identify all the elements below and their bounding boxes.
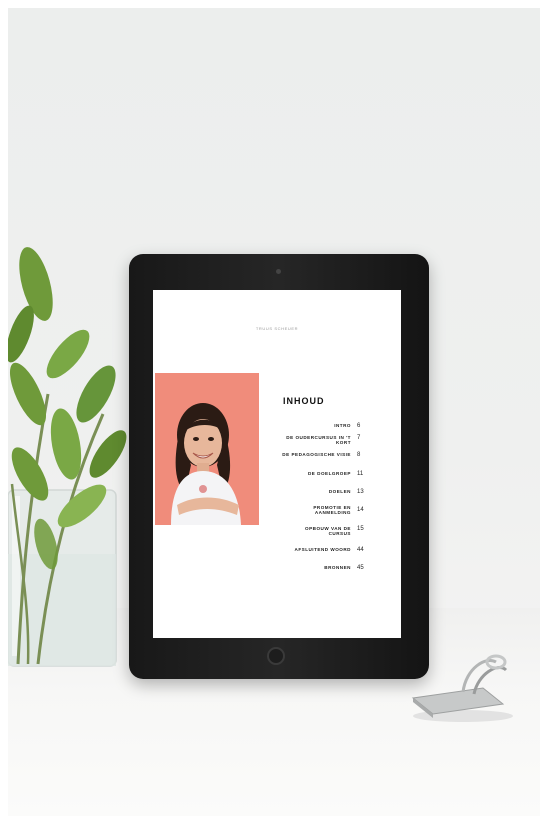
toc-entry-page: 11: [357, 471, 364, 477]
toc-entry-page: 8: [357, 452, 361, 458]
child-photo-illustration: [155, 373, 259, 525]
toc-entry-label: PROMOTIE EN AANMELDING: [313, 505, 351, 516]
child-photo: [155, 373, 259, 525]
toc-entry-page: 15: [357, 526, 364, 532]
toc-entry-label: BRONNEN: [324, 565, 351, 570]
camera-icon: [276, 269, 281, 274]
toc-entry-label: DOELEN: [328, 489, 351, 494]
tablet-screen: TRUUS SCHEUER INHOUD INTRO 6 DE OUDERCUR…: [153, 290, 401, 638]
toc-entry-page: 45: [357, 565, 364, 571]
toc-entry-page: 14: [357, 507, 364, 513]
plant-image: [8, 247, 127, 667]
scene: TRUUS SCHEUER INHOUD INTRO 6 DE OUDERCUR…: [8, 8, 540, 816]
toc-entry-label: DE PEDAGOGISCHE VISIE: [282, 452, 351, 457]
toc-entry-label: DE OUDERCURSUS IN 'T KORT: [286, 435, 351, 446]
toc-entry-label: DE DOELGROEP: [307, 471, 351, 476]
toc-entry-label: AFSLUITEND WOORD: [294, 547, 351, 552]
toc-entry-page: 13: [357, 489, 364, 495]
document-header: TRUUS SCHEUER: [255, 326, 299, 331]
tablet-device: TRUUS SCHEUER INHOUD INTRO 6 DE OUDERCUR…: [129, 254, 429, 679]
toc-entry-label: INTRO: [334, 423, 351, 428]
home-button-icon[interactable]: [267, 647, 285, 665]
toc-entry-label: OPBOUW VAN DE CURSUS: [305, 526, 351, 537]
toc-entry-page: 6: [357, 423, 361, 429]
toc-entry-page: 7: [357, 435, 361, 441]
toc-entry-page: 44: [357, 547, 364, 553]
toc-title: INHOUD: [283, 396, 325, 406]
